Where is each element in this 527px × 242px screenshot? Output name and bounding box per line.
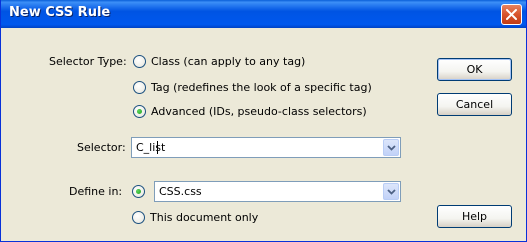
- cancel-button[interactable]: Cancel: [437, 93, 512, 116]
- radio-advanced[interactable]: [133, 105, 146, 118]
- selector-input[interactable]: C_list: [136, 141, 165, 154]
- define-in-label: Define in:: [69, 185, 123, 198]
- radio-define-in-file[interactable]: [132, 185, 145, 198]
- radio-tag-label[interactable]: Tag (redefines the look of a specific ta…: [151, 81, 372, 94]
- define-in-combobox[interactable]: CSS.css: [154, 181, 401, 202]
- chevron-down-icon: [387, 189, 396, 195]
- define-in-dropdown-button[interactable]: [383, 183, 399, 200]
- selector-type-label: Selector Type:: [49, 55, 127, 68]
- this-document-only-label[interactable]: This document only: [150, 211, 258, 224]
- radio-advanced-label[interactable]: Advanced (IDs, pseudo-class selectors): [151, 105, 367, 118]
- define-in-file-value[interactable]: CSS.css: [159, 185, 202, 198]
- help-button[interactable]: Help: [437, 205, 512, 228]
- ok-button[interactable]: OK: [437, 58, 512, 81]
- selector-dropdown-button[interactable]: [383, 139, 399, 156]
- chevron-down-icon: [387, 145, 396, 151]
- text-cursor: [157, 141, 158, 154]
- window-title: New CSS Rule: [9, 5, 111, 20]
- radio-tag[interactable]: [133, 81, 146, 94]
- radio-class-label[interactable]: Class (can apply to any tag): [151, 55, 305, 68]
- radio-class[interactable]: [133, 55, 146, 68]
- radio-this-document-only[interactable]: [132, 211, 145, 224]
- close-button[interactable]: [501, 4, 522, 25]
- title-bar[interactable]: New CSS Rule: [1, 0, 526, 28]
- new-css-rule-dialog: New CSS Rule Selector Type: Class (can a…: [0, 0, 527, 242]
- selector-label: Selector:: [77, 141, 126, 154]
- selector-combobox[interactable]: C_list: [131, 137, 401, 158]
- close-icon: [506, 9, 517, 20]
